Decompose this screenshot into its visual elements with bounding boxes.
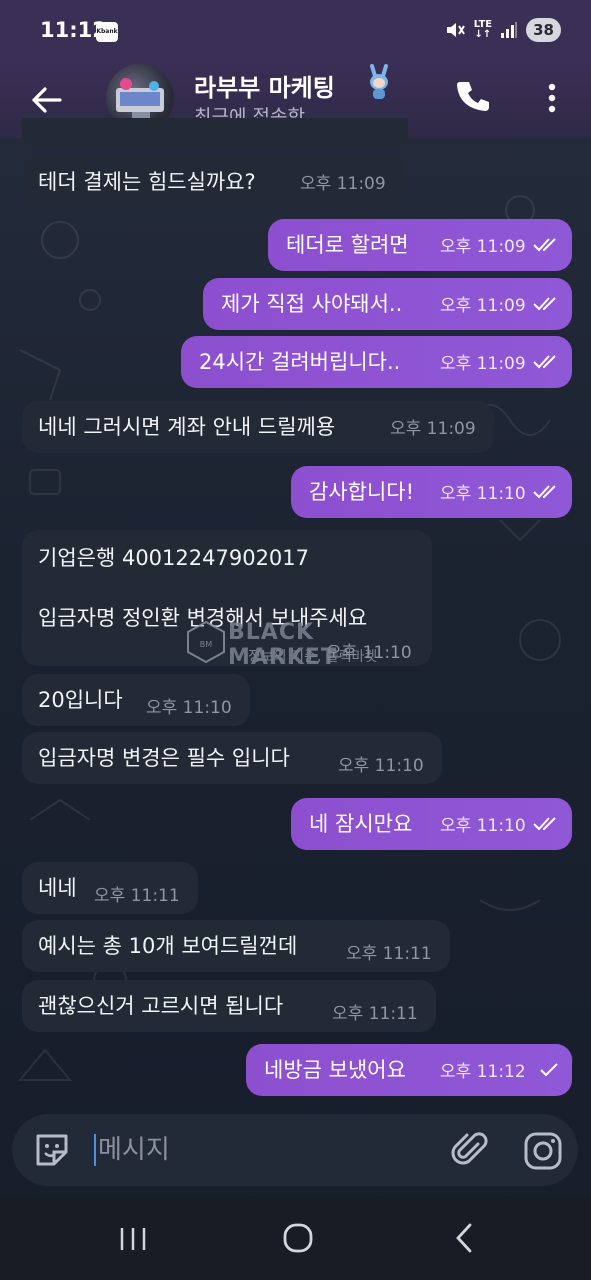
back-arrow-icon[interactable]: [26, 80, 66, 120]
message-outgoing[interactable]: 테더로 할려면 오후 11:09: [268, 219, 572, 271]
message-text: 20입니다: [38, 688, 123, 712]
message-time: 오후 11:09: [440, 296, 526, 316]
message-text: 네네: [38, 876, 77, 900]
message-text: 예시는 총 10개 보여드릴껀데: [38, 934, 298, 958]
chat-title[interactable]: 라부부 마케팅: [194, 68, 335, 103]
message-outgoing[interactable]: 24시간 걸려버립니다.. 오후 11:09: [181, 336, 572, 388]
message-time: 오후 11:10: [146, 698, 232, 718]
battery-level: 38: [526, 18, 561, 42]
message-input[interactable]: [98, 1128, 398, 1172]
watermark-logo-icon: BM: [187, 620, 225, 664]
mute-icon: [446, 23, 465, 37]
message-incoming[interactable]: 20입니다 오후 11:10: [22, 674, 250, 726]
message-time: 오후 11:09: [300, 174, 386, 194]
message-time: 오후 11:09: [390, 419, 476, 439]
message-text-line-1: 기업은행 40012247902017: [38, 546, 310, 570]
double-check-read-icon: [533, 355, 556, 369]
svg-text:BM: BM: [200, 640, 212, 649]
double-check-read-icon: [533, 817, 556, 831]
single-check-sent-icon: [540, 1063, 558, 1077]
message-outgoing[interactable]: 네방금 보냈어요 오후 11:12: [246, 1044, 572, 1096]
system-navigation-bar: [0, 1196, 591, 1280]
message-text: 네네 그러시면 계좌 안내 드릴께용: [38, 415, 336, 439]
attach-paperclip-icon[interactable]: [450, 1130, 490, 1170]
status-bar: 11:12 Kbank LTE ↓↑ 38: [0, 0, 591, 60]
message-incoming[interactable]: 예시는 총 10개 보여드릴껀데 오후 11:11: [22, 920, 450, 972]
sticker-emoji-icon[interactable]: [32, 1130, 72, 1170]
message-bubble-partial: [22, 118, 408, 148]
nav-back-icon[interactable]: [452, 1222, 476, 1254]
message-time: 오후 11:09: [440, 354, 526, 374]
recent-apps-icon[interactable]: [118, 1226, 148, 1252]
camera-icon[interactable]: [522, 1130, 564, 1172]
phone-call-icon[interactable]: [455, 78, 491, 114]
network-type: LTE ↓↑: [473, 19, 493, 40]
message-time: 오후 11:12: [440, 1062, 526, 1082]
message-time: 오후 11:10: [440, 484, 526, 504]
message-outgoing[interactable]: 감사합니다! 오후 11:10: [291, 466, 572, 518]
message-incoming[interactable]: 입금자명 변경은 필수 입니다 오후 11:10: [22, 732, 442, 784]
home-icon[interactable]: [282, 1222, 314, 1254]
telegram-chat-screen: 11:12 Kbank LTE ↓↑ 38 라부부 마케팅 최근에 접속함 테더…: [0, 0, 591, 1280]
message-text: 감사합니다!: [309, 480, 415, 504]
message-text: 괜찮으신거 고르시면 됩니다: [38, 994, 284, 1018]
double-check-read-icon: [533, 485, 556, 499]
message-text: 입금자명 변경은 필수 입니다: [38, 746, 290, 770]
text-cursor: [94, 1134, 96, 1166]
message-incoming[interactable]: 네네 그러시면 계좌 안내 드릴께용 오후 11:09: [22, 401, 494, 453]
message-incoming[interactable]: 테더 결제는 힘드실까요? 오후 11:09: [22, 156, 404, 208]
message-text: 제가 직접 사야돼서..: [221, 292, 403, 316]
message-incoming[interactable]: 네네 오후 11:11: [22, 862, 198, 914]
message-outgoing[interactable]: 제가 직접 사야돼서.. 오후 11:09: [203, 278, 572, 330]
more-options-icon[interactable]: [540, 80, 564, 116]
black-market-watermark: BM BLACK MARKET 정보의 기준, 블랙마켓: [184, 614, 424, 674]
message-incoming[interactable]: 괜찮으신거 고르시면 됩니다 오후 11:11: [22, 980, 436, 1032]
message-composer: [12, 1114, 578, 1186]
labubu-emoji-icon: [370, 64, 388, 99]
double-check-read-icon: [533, 297, 556, 311]
message-time: 오후 11:11: [332, 1004, 418, 1024]
kbank-notification-icon: Kbank: [96, 22, 118, 42]
message-time: 오후 11:11: [94, 886, 180, 906]
message-text: 네방금 보냈어요: [264, 1058, 406, 1082]
message-outgoing[interactable]: 네 잠시만요 오후 11:10: [291, 798, 572, 850]
message-time: 오후 11:11: [346, 944, 432, 964]
signal-icon: [501, 22, 518, 38]
message-text: 테더 결제는 힘드실까요?: [38, 170, 256, 194]
message-text: 네 잠시만요: [309, 812, 413, 836]
message-time: 오후 11:10: [440, 816, 526, 836]
message-text: 24시간 걸려버립니다..: [199, 350, 401, 374]
watermark-subtitle: 정보의 기준, 블랙마켓: [248, 649, 378, 665]
message-time: 오후 11:10: [338, 756, 424, 776]
message-text: 테더로 할려면: [286, 233, 409, 257]
message-time: 오후 11:09: [440, 237, 526, 257]
double-check-read-icon: [533, 238, 556, 252]
status-icons: LTE ↓↑ 38: [444, 17, 561, 43]
